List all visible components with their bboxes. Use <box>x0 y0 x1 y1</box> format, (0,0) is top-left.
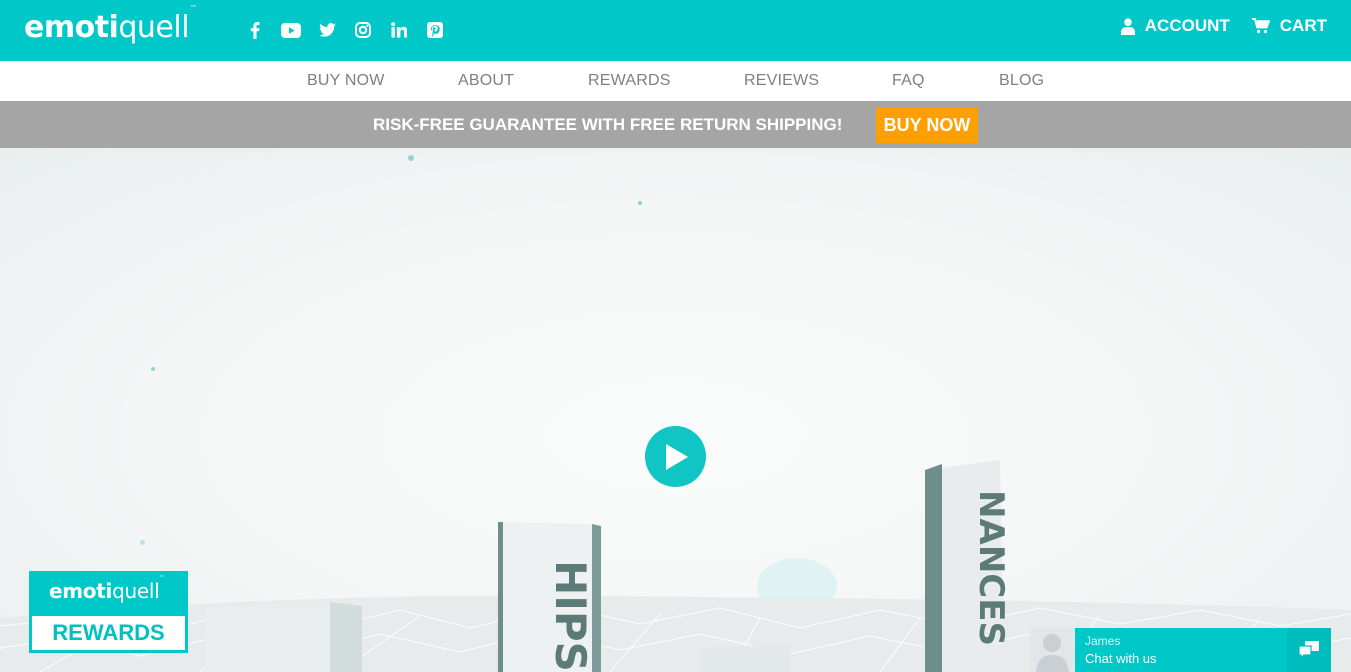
rewards-logo: emotiquell™ <box>49 575 164 603</box>
chat-agent-name: James <box>1085 634 1121 648</box>
promo-text: RISK-FREE GUARANTEE WITH FREE RETURN SHI… <box>373 115 843 134</box>
pillar-text-left: HIPS <box>546 560 595 672</box>
cart-icon <box>1251 18 1270 34</box>
rewards-badge[interactable]: emotiquell™ REWARDS <box>29 571 188 653</box>
pillar-text-right: NANCES <box>971 490 1011 646</box>
social-links <box>237 18 453 42</box>
facebook-icon[interactable] <box>237 18 273 42</box>
chat-widget[interactable]: James Chat with us <box>1030 628 1331 672</box>
logo-trademark: ™ <box>190 4 197 12</box>
hero-video[interactable]: HIPS NANCES <box>0 148 1351 672</box>
promo-banner: RISK-FREE GUARANTEE WITH FREE RETURN SHI… <box>0 101 1351 148</box>
nav-about[interactable]: ABOUT <box>458 72 514 90</box>
top-header: emotiquell™ ACCOUNT CART <box>0 0 1351 61</box>
chat-bubbles-icon <box>1299 641 1319 659</box>
agent-avatar <box>1030 628 1075 672</box>
account-area: ACCOUNT CART <box>1099 16 1327 36</box>
rewards-logo-quell: quell <box>112 579 160 603</box>
user-icon <box>1120 17 1135 35</box>
rewards-logo-emoti: emoti <box>49 579 113 603</box>
main-nav: BUY NOW ABOUT REWARDS REVIEWS FAQ BLOG <box>0 61 1351 101</box>
pinterest-icon[interactable] <box>417 18 453 42</box>
logo-text-quell: quell <box>118 10 190 45</box>
nav-buy-now[interactable]: BUY NOW <box>307 72 385 90</box>
rewards-logo-tm: ™ <box>159 575 165 582</box>
account-label: ACCOUNT <box>1144 16 1230 35</box>
play-icon <box>665 443 688 470</box>
hero-scene: HIPS NANCES <box>0 460 1351 672</box>
nav-rewards[interactable]: REWARDS <box>588 72 671 90</box>
youtube-icon[interactable] <box>273 18 309 42</box>
cart-link[interactable]: CART <box>1251 16 1327 36</box>
brand-logo[interactable]: emotiquell™ <box>24 4 197 45</box>
nav-blog[interactable]: BLOG <box>999 72 1044 90</box>
twitter-icon[interactable] <box>309 18 345 42</box>
account-link[interactable]: ACCOUNT <box>1120 16 1230 36</box>
logo-text-emoti: emoti <box>24 10 119 45</box>
nav-reviews[interactable]: REVIEWS <box>744 72 819 90</box>
play-button[interactable] <box>645 426 706 487</box>
promo-buy-now-button[interactable]: BUY NOW <box>876 107 978 143</box>
chat-body: James Chat with us <box>1075 628 1287 672</box>
chat-cta: Chat with us <box>1085 651 1157 666</box>
linkedin-icon[interactable] <box>381 18 417 42</box>
nav-faq[interactable]: FAQ <box>892 72 925 90</box>
chat-open-button[interactable] <box>1287 628 1331 672</box>
rewards-label: REWARDS <box>32 616 185 650</box>
cart-label: CART <box>1279 16 1327 35</box>
instagram-icon[interactable] <box>345 18 381 42</box>
